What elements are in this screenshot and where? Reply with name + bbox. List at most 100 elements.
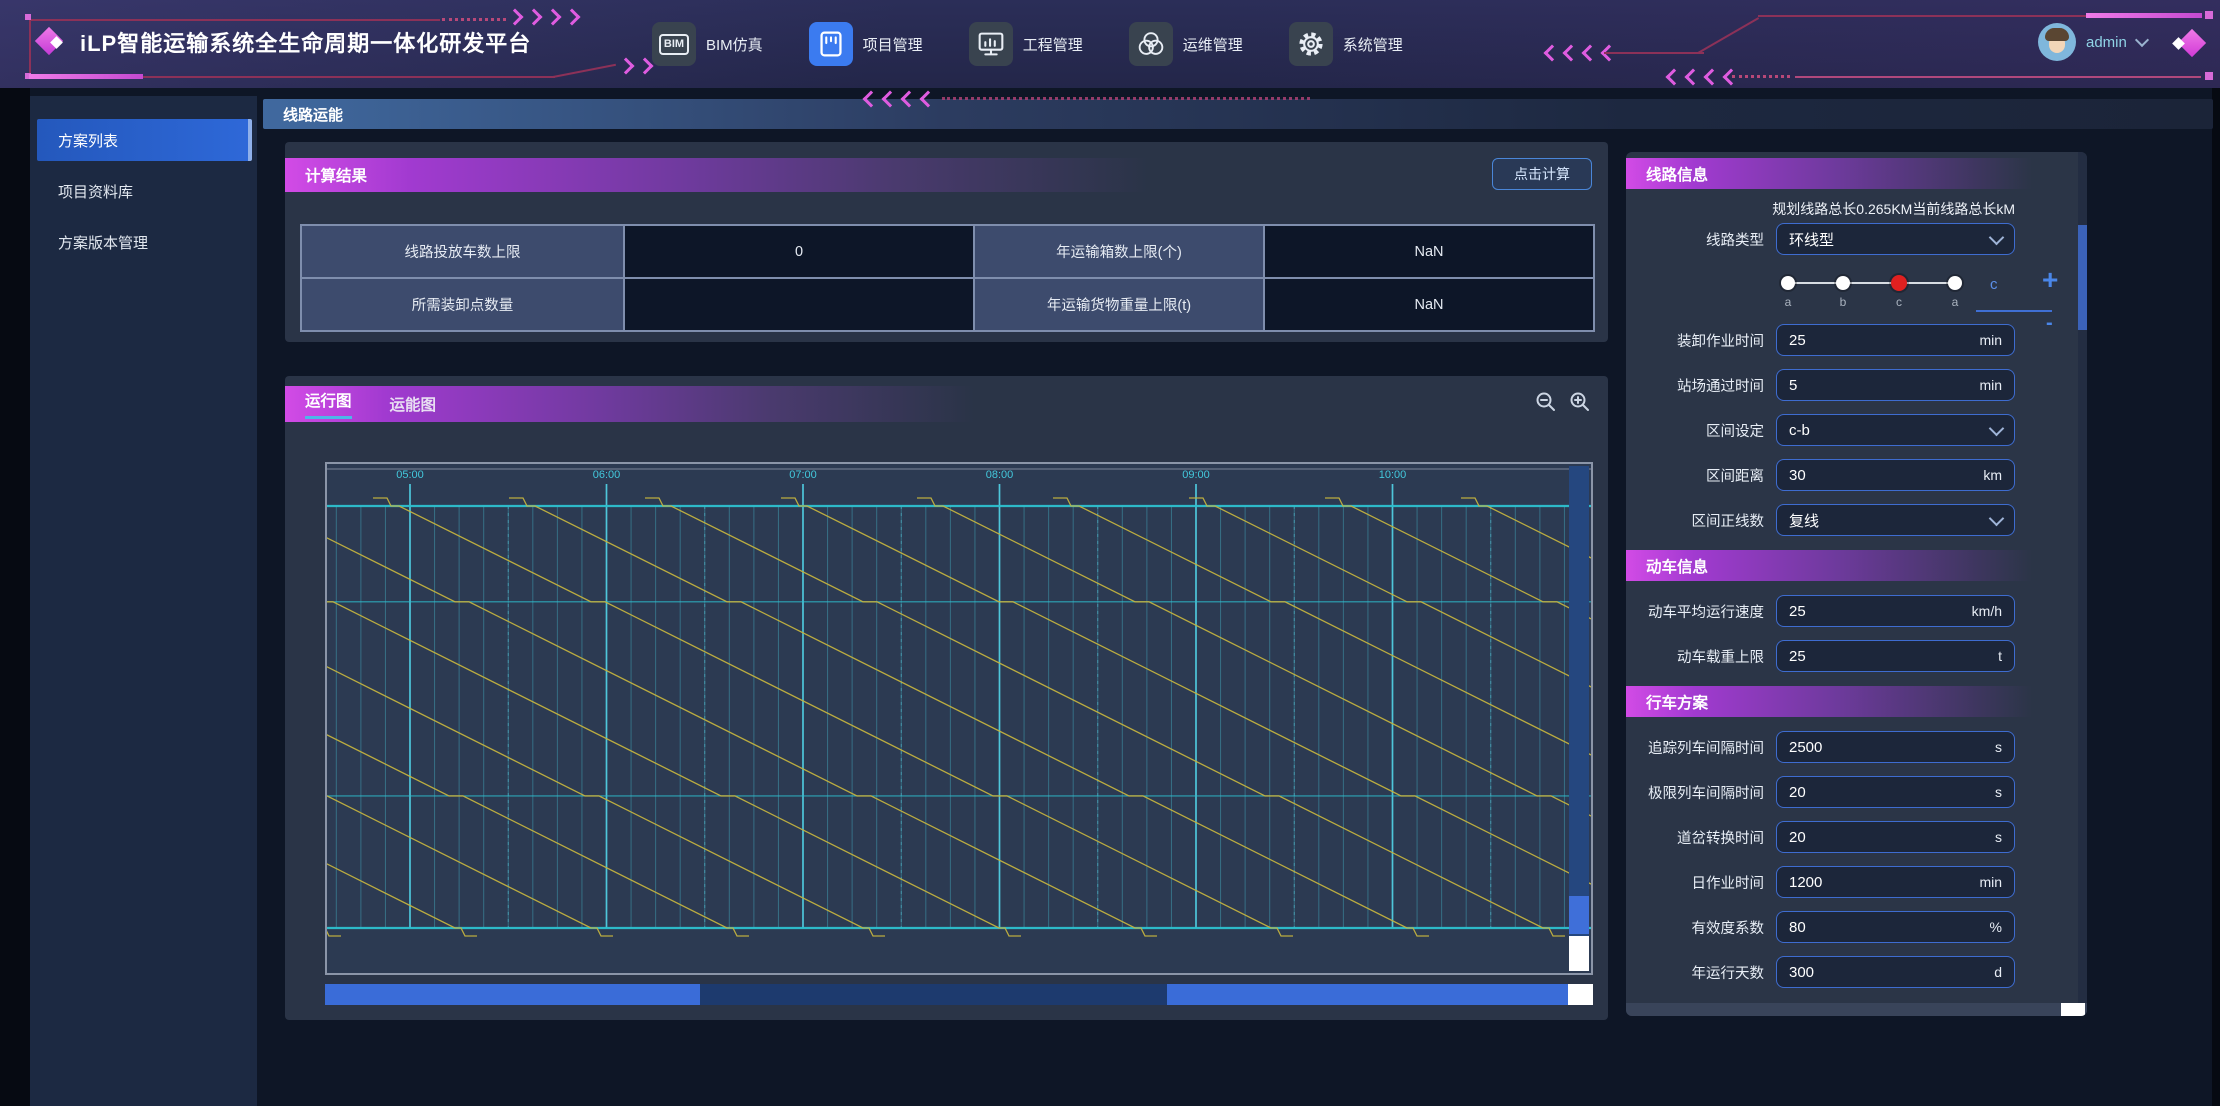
chart-hscroll-thumb-left[interactable] — [325, 984, 700, 1005]
sidebar-item[interactable]: 方案版本管理 — [30, 222, 257, 263]
field-value: 80 — [1789, 919, 1806, 936]
form-field: 站场通过时间 5 min — [1646, 369, 2015, 401]
chart-vertical-scrollbar[interactable] — [1569, 466, 1589, 971]
input-区间距离[interactable]: 30 km — [1776, 459, 2015, 491]
plan-fields: 追踪列车间隔时间 2500 s 极限列车间隔时间 20 s 道岔转换时间 20 … — [1626, 731, 2087, 988]
field-unit: km — [1983, 467, 2002, 483]
deco-square — [25, 14, 31, 20]
chart-scroll-corner[interactable] — [1569, 936, 1589, 971]
input-动车载重上限[interactable]: 25 t — [1776, 640, 2015, 672]
user-menu[interactable]: admin — [2038, 23, 2147, 61]
sidebar-item[interactable]: 项目资料库 — [30, 171, 257, 212]
calculate-button[interactable]: 点击计算 — [1492, 158, 1592, 190]
field-value: 25 — [1789, 648, 1806, 665]
station-label: a — [1778, 295, 1798, 309]
page-scrollbar[interactable] — [2212, 88, 2220, 1106]
station-dot-c[interactable] — [1891, 275, 1907, 291]
form-field: 道岔转换时间 20 s — [1646, 821, 2015, 853]
deco-bright-bar — [29, 74, 143, 79]
svg-text:09:00: 09:00 — [1182, 469, 1210, 481]
input-极限列车间隔时间[interactable]: 20 s — [1776, 776, 2015, 808]
sidebar-item-label: 方案版本管理 — [58, 232, 148, 253]
result-label: 年运输货物重量上限(t) — [974, 278, 1264, 331]
results-panel: 计算结果 点击计算 线路投放车数上限0年运输箱数上限(个)NaN所需装卸点数量年… — [285, 142, 1608, 342]
result-value — [624, 278, 974, 331]
select-区间设定[interactable]: c-b — [1776, 414, 2015, 446]
add-station-button[interactable]: + — [2042, 264, 2058, 296]
input-年运行天数[interactable]: 300 d — [1776, 956, 2015, 988]
deco-top-dots — [442, 18, 506, 21]
nav-item-system[interactable]: 系统管理 — [1289, 22, 1403, 66]
input-有效度系数[interactable]: 80 % — [1776, 911, 2015, 943]
form-field: 极限列车间隔时间 20 s — [1646, 776, 2015, 808]
tab-运能图[interactable]: 运能图 — [390, 393, 437, 415]
input-追踪列车间隔时间[interactable]: 2500 s — [1776, 731, 2015, 763]
station-slider-track — [1788, 282, 1956, 284]
deco-under-title-line — [143, 76, 555, 78]
field-unit: s — [1995, 829, 2002, 845]
sidebar-item-label: 项目资料库 — [58, 181, 133, 202]
bim-cube-icon: BIM — [652, 22, 696, 66]
result-label: 年运输箱数上限(个) — [974, 225, 1264, 278]
chart-horizontal-scrollbar[interactable] — [325, 984, 1593, 1005]
nav-item-engineering[interactable]: 工程管理 — [969, 22, 1083, 66]
table-row: 线路投放车数上限0年运输箱数上限(个)NaN — [301, 225, 1594, 278]
nav-item-bim[interactable]: BIMBIM仿真 — [652, 22, 763, 66]
chart-vertical-scrollbar-thumb[interactable] — [1569, 896, 1589, 934]
form-field: 线路类型 环线型 — [1646, 223, 2015, 255]
config-vertical-scrollbar[interactable] — [2078, 152, 2087, 1016]
venn-circles-icon — [1129, 22, 1173, 66]
input-日作业时间[interactable]: 1200 min — [1776, 866, 2015, 898]
field-value: 5 — [1789, 377, 1797, 394]
deco-chevrons-right — [509, 11, 578, 23]
input-动车平均运行速度[interactable]: 25 km/h — [1776, 595, 2015, 627]
field-unit: s — [1995, 784, 2002, 800]
remove-station-button[interactable]: - — [2046, 312, 2053, 335]
input-道岔转换时间[interactable]: 20 s — [1776, 821, 2015, 853]
field-label: 日作业时间 — [1646, 872, 1776, 893]
field-label: 有效度系数 — [1646, 917, 1776, 938]
input-装卸作业时间[interactable]: 25 min — [1776, 324, 2015, 356]
deco-bottom-line — [1795, 76, 2201, 78]
chevron-down-icon — [1989, 229, 2005, 245]
station-dot-a[interactable] — [1781, 276, 1795, 290]
chart-hscroll-corner[interactable] — [1568, 984, 1593, 1005]
select-线路类型[interactable]: 环线型 — [1776, 223, 2015, 255]
nav-item-operations[interactable]: 运维管理 — [1129, 22, 1243, 66]
zoom-out-icon[interactable] — [1534, 390, 1558, 414]
corner-diamond-icon — [2172, 31, 2206, 57]
deco-square — [2205, 72, 2213, 80]
result-label: 所需装卸点数量 — [301, 278, 624, 331]
field-value: 20 — [1789, 829, 1806, 846]
input-站场通过时间[interactable]: 5 min — [1776, 369, 2015, 401]
station-input[interactable]: c — [1990, 276, 1998, 293]
train-diagram: 05:0006:0007:0008:0009:0010:00 — [327, 464, 1591, 973]
zoom-in-icon[interactable] — [1568, 390, 1592, 414]
select-区间正线数[interactable]: 复线 — [1776, 504, 2015, 536]
config-hscroll-thumb[interactable] — [2061, 1003, 2085, 1016]
svg-text:06:00: 06:00 — [593, 469, 621, 481]
field-label: 线路类型 — [1646, 229, 1776, 250]
navbar: iLP智能运输系统全生命周期一体化研发平台 BIMBIM仿真项目管理工程管理运维… — [0, 0, 2220, 88]
field-unit: min — [1979, 874, 2002, 890]
sidebar-item[interactable]: 方案列表 — [37, 119, 252, 161]
result-label: 线路投放车数上限 — [301, 225, 624, 278]
field-value: c-b — [1789, 422, 1810, 439]
station-dot-b[interactable] — [1836, 276, 1850, 290]
field-unit: d — [1994, 964, 2002, 980]
nav-item-project[interactable]: 项目管理 — [809, 22, 923, 66]
deco-dots — [942, 97, 1310, 100]
train-info-title: 动车信息 — [1646, 555, 1708, 577]
form-field: 有效度系数 80 % — [1646, 911, 2015, 943]
chart-hscroll-thumb-right[interactable] — [1167, 984, 1568, 1005]
train-info-header: 动车信息 — [1626, 550, 2087, 581]
result-value: NaN — [1264, 278, 1594, 331]
svg-text:08:00: 08:00 — [986, 469, 1014, 481]
tab-运行图[interactable]: 运行图 — [305, 389, 352, 419]
config-horizontal-scrollbar[interactable] — [1626, 1003, 2087, 1016]
config-vscroll-thumb[interactable] — [2078, 225, 2087, 330]
field-label: 区间设定 — [1646, 420, 1776, 441]
result-value: 0 — [624, 225, 974, 278]
result-value: NaN — [1264, 225, 1594, 278]
station-dot-a[interactable] — [1948, 276, 1962, 290]
